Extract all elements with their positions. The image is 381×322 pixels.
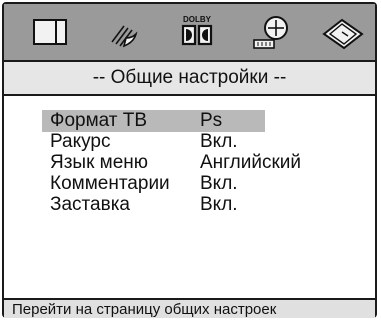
dolby-digital-icon[interactable]: DOLBY: [174, 12, 220, 52]
page-title: -- Общие настройки --: [4, 62, 375, 96]
menu-item-value: Вкл.: [200, 194, 238, 215]
menu-item-value: Английский: [200, 152, 302, 173]
dolby-label: DOLBY: [183, 15, 212, 24]
menu-item-label: Заставка: [50, 194, 130, 215]
menu-item-screensaver[interactable]: Заставка Вкл.: [42, 194, 342, 215]
video-setup-icon[interactable]: [248, 12, 294, 52]
menu-item-tv-format[interactable]: Формат ТВ Ps: [42, 110, 342, 132]
settings-menu: Формат ТВ Ps Ракурс Вкл. Язык меню Англи…: [42, 110, 342, 215]
menu-item-value: Вкл.: [200, 131, 238, 152]
preference-icon[interactable]: [320, 12, 366, 52]
menu-item-label: Язык меню: [50, 152, 149, 173]
setup-tab-bar: DOLBY: [4, 4, 375, 62]
osd-window: DOLBY -- Общие настройки -- Формат ТВ Ps…: [2, 2, 377, 318]
audio-setup-icon[interactable]: [102, 12, 148, 52]
menu-item-value: Ps: [200, 110, 223, 131]
menu-item-osd-language[interactable]: Язык меню Английский: [42, 152, 342, 173]
menu-item-angle[interactable]: Ракурс Вкл.: [42, 131, 342, 152]
status-bar: Перейти на страницу общих настроек: [4, 298, 375, 318]
general-setup-icon[interactable]: [28, 12, 74, 52]
menu-item-value: Вкл.: [200, 173, 238, 194]
menu-item-captions[interactable]: Комментарии Вкл.: [42, 173, 342, 194]
menu-item-label: Ракурс: [50, 131, 111, 152]
menu-item-label: Комментарии: [50, 173, 170, 194]
menu-item-label: Формат ТВ: [50, 110, 148, 131]
